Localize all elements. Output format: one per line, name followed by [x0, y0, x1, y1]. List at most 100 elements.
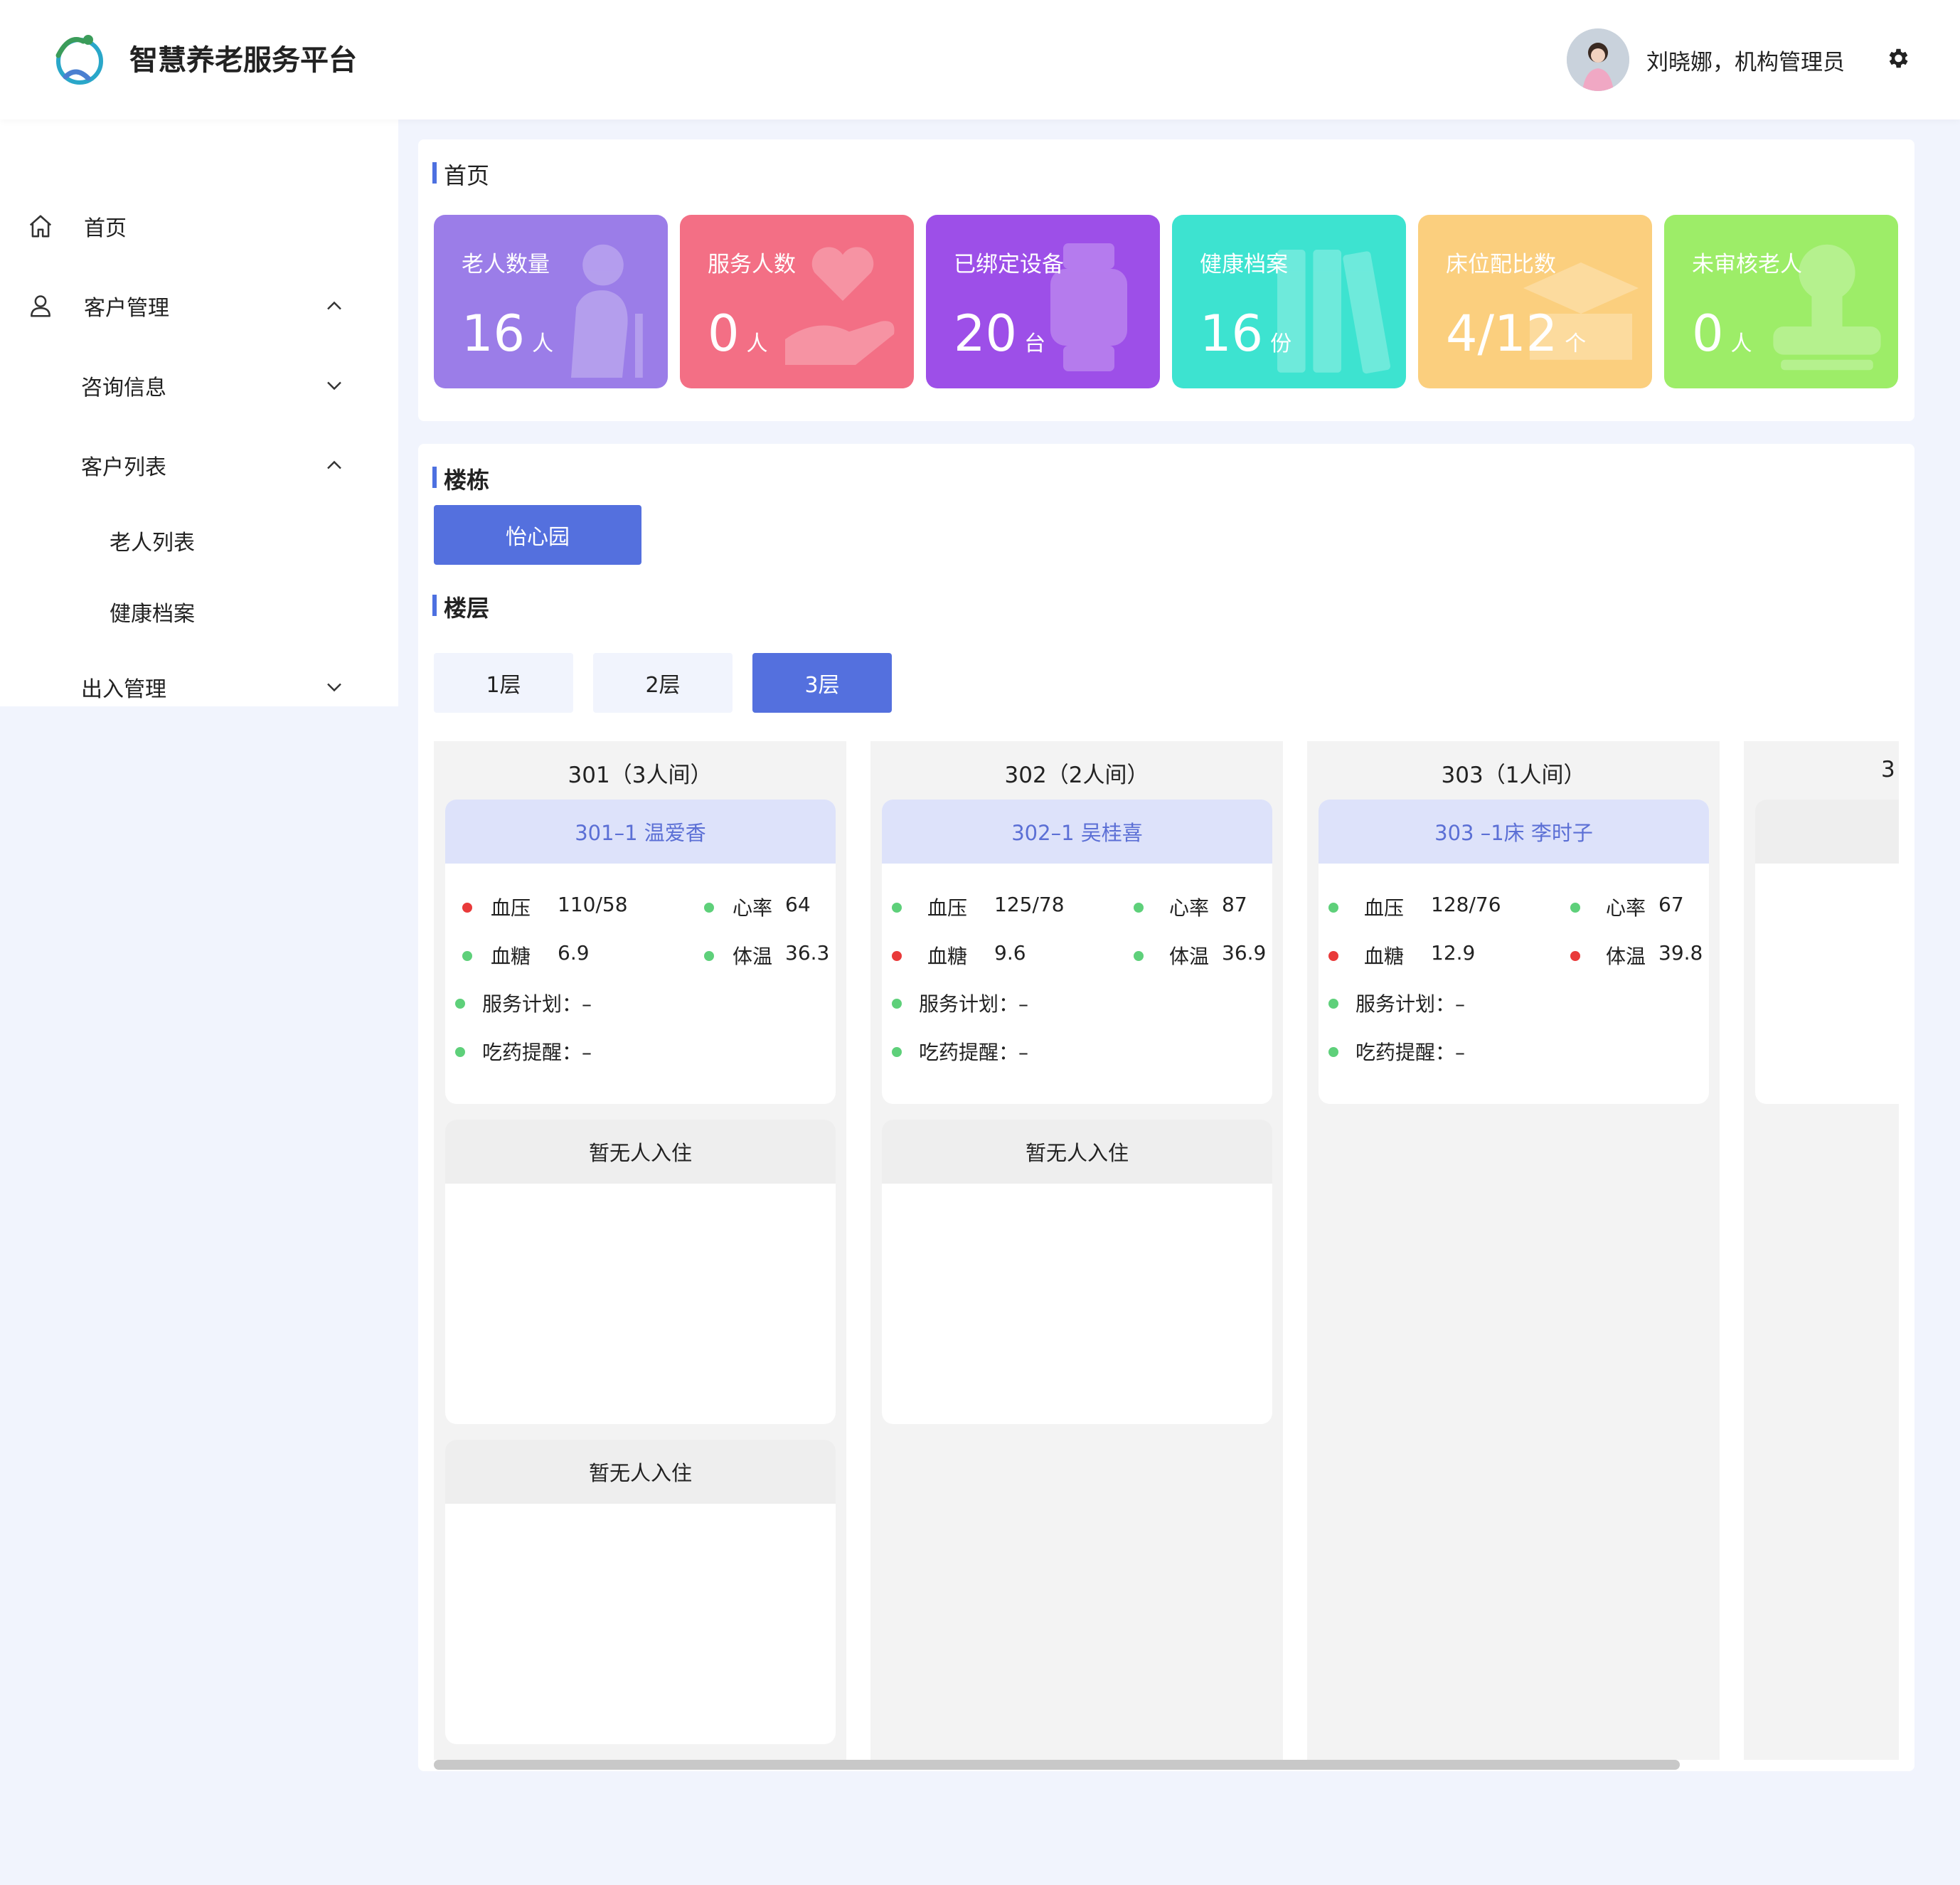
- medication-reminder: 吃药提醒：–: [919, 1041, 1029, 1064]
- chevron-down-icon: [327, 683, 341, 692]
- top-header: 智慧养老服务平台 刘晓娜，机构管理员: [0, 0, 1960, 120]
- sidebar-item-label: 咨询信息: [81, 376, 166, 400]
- bed-header: 暂无人入住: [445, 1440, 836, 1504]
- stat-card-elderly-count[interactable]: 老人数量 16 人: [434, 215, 668, 388]
- app-logo: [55, 35, 103, 85]
- bed-card-occupied[interactable]: 301–1 温爱香 血压 110/58 心率 64 血糖 6.9 体温 36.3…: [445, 800, 836, 1104]
- blood-sugar-value: 9.6: [994, 941, 1026, 965]
- status-dot: [704, 951, 714, 961]
- floor-tab-3[interactable]: 3层: [752, 653, 892, 713]
- stat-label: 服务人数: [708, 252, 796, 277]
- stat-value: 0人: [708, 304, 768, 363]
- room-card-partial-clip: 3: [1744, 741, 1899, 1760]
- status-dot: [1328, 999, 1338, 1009]
- medication-reminder: 吃药提醒：–: [482, 1041, 592, 1064]
- metric-label: 血糖: [927, 945, 968, 968]
- blood-sugar-value: 6.9: [558, 941, 590, 965]
- stat-label: 老人数量: [462, 252, 550, 277]
- bed-header: [1755, 800, 1899, 864]
- status-dot: [455, 1047, 465, 1057]
- floor-tab-1[interactable]: 1层: [434, 653, 573, 713]
- user-name: 刘晓娜，机构管理员: [1646, 50, 1845, 75]
- blood-sugar-value: 12.9: [1431, 941, 1476, 965]
- heart-hand-icon: [785, 247, 895, 365]
- building-section-title: 楼栋: [432, 462, 489, 495]
- user-avatar[interactable]: [1567, 28, 1629, 91]
- sidebar-item-customer-management[interactable]: 客户管理: [0, 277, 398, 334]
- stat-card-bound-devices[interactable]: 已绑定设备 20 台: [926, 215, 1160, 388]
- status-dot: [704, 903, 714, 913]
- status-dot: [455, 999, 465, 1009]
- room-title: 301（3人间）: [568, 763, 713, 788]
- status-dot: [462, 951, 472, 961]
- service-plan: 服务计划：–: [919, 992, 1029, 1016]
- floor-section-title: 楼层: [432, 590, 489, 623]
- status-dot: [1328, 951, 1338, 961]
- app-title: 智慧养老服务平台: [129, 44, 357, 77]
- settings-gear-icon[interactable]: [1885, 46, 1910, 71]
- building-button[interactable]: 怡心园: [434, 505, 641, 565]
- sidebar-item-elderly-list[interactable]: 老人列表: [0, 512, 398, 569]
- medication-reminder: 吃药提醒：–: [1356, 1041, 1466, 1064]
- metric-label: 血压: [491, 896, 531, 920]
- sidebar-item-home[interactable]: 首页: [0, 198, 398, 255]
- heart-rate-value: 87: [1222, 893, 1247, 916]
- sidebar-item-label: 客户管理: [84, 296, 169, 321]
- bed-card-partial[interactable]: [1755, 800, 1899, 1104]
- stat-card-service-count[interactable]: 服务人数 0人: [680, 215, 914, 388]
- room-card-partial: 3: [1744, 741, 1899, 1760]
- stat-value: 16 份: [1200, 304, 1292, 363]
- status-dot: [892, 951, 902, 961]
- stat-card-bed-ratio[interactable]: 床位配比数 4/12 个: [1418, 215, 1652, 388]
- status-dot: [892, 1047, 902, 1057]
- stat-card-health-records[interactable]: 健康档案 16 份: [1172, 215, 1406, 388]
- bed-card-empty[interactable]: 暂无人入住: [445, 1440, 836, 1744]
- temperature-value: 36.9: [1222, 941, 1267, 965]
- sidebar-item-customer-list[interactable]: 客户列表: [0, 437, 398, 494]
- sidebar-item-health-records[interactable]: 健康档案: [0, 583, 398, 640]
- metric-label: 体温: [1606, 945, 1646, 968]
- metric-label: 心率: [733, 896, 773, 920]
- temperature-value: 39.8: [1658, 941, 1703, 965]
- sidebar-item-access-management[interactable]: 出入管理: [0, 659, 398, 716]
- bed-card-occupied[interactable]: 303 –1床 李时子 血压 128/76 心率 67 血糖 12.9 体温 3…: [1319, 800, 1709, 1104]
- chevron-up-icon: [327, 460, 341, 469]
- status-dot: [1134, 951, 1144, 961]
- bed-header: 暂无人入住: [445, 1120, 836, 1184]
- status-dot: [1570, 903, 1580, 913]
- sidebar-item-label: 客户列表: [81, 455, 166, 480]
- stat-label: 未审核老人: [1692, 252, 1802, 277]
- user-icon: [31, 295, 50, 317]
- blood-pressure-value: 110/58: [558, 893, 628, 916]
- status-dot: [892, 903, 902, 913]
- stat-label: 床位配比数: [1446, 252, 1556, 277]
- service-plan: 服务计划：–: [482, 992, 592, 1016]
- stat-value: 16 人: [462, 304, 554, 363]
- floor-tab-2[interactable]: 2层: [593, 653, 733, 713]
- bed-card-empty[interactable]: 暂无人入住: [882, 1120, 1272, 1424]
- room-card-301: 301（3人间） 301–1 温爱香 血压 110/58 心率 64 血糖 6.…: [434, 741, 846, 1760]
- stat-value: 20 台: [954, 304, 1046, 363]
- horizontal-scrollbar[interactable]: [434, 1760, 1680, 1770]
- room-title: 303（1人间）: [1441, 763, 1586, 788]
- chevron-up-icon: [327, 301, 341, 310]
- metric-label: 心率: [1606, 896, 1646, 920]
- status-dot: [1134, 903, 1144, 913]
- status-dot: [1570, 951, 1580, 961]
- status-dot: [892, 999, 902, 1009]
- stat-card-unreviewed-elderly[interactable]: 未审核老人 0人: [1664, 215, 1898, 388]
- page-title: 首页: [432, 158, 489, 191]
- bed-card-occupied[interactable]: 302–1 吴桂喜 血压 125/78 心率 87 血糖 9.6 体温 36.9…: [882, 800, 1272, 1104]
- room-title: 3: [1881, 757, 1895, 782]
- metric-label: 血压: [927, 896, 968, 920]
- stat-label: 已绑定设备: [954, 252, 1064, 277]
- room-title: 302（2人间）: [1004, 763, 1149, 788]
- bed-header: 302–1 吴桂喜: [882, 800, 1272, 864]
- sidebar-item-consult-info[interactable]: 咨询信息: [0, 357, 398, 414]
- metric-label: 血糖: [491, 945, 531, 968]
- room-card-302: 302（2人间） 302–1 吴桂喜 血压 125/78 心率 87 血糖 9.…: [870, 741, 1283, 1760]
- temperature-value: 36.3: [785, 941, 830, 965]
- bed-card-empty[interactable]: 暂无人入住: [445, 1120, 836, 1424]
- sidebar-item-label: 老人列表: [110, 531, 195, 556]
- stat-label: 健康档案: [1200, 252, 1288, 277]
